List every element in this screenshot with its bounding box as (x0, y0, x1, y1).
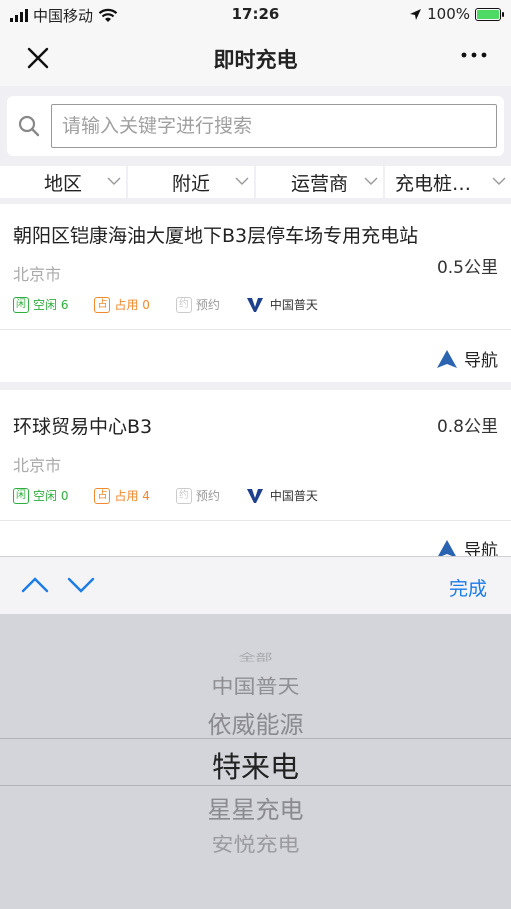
free-count: 闲空闲 0 (13, 487, 68, 504)
more-button[interactable] (459, 40, 489, 77)
free-count: 闲空闲 6 (13, 296, 68, 313)
chevron-down-icon (107, 177, 121, 185)
filter-operator[interactable]: 运营商 (256, 166, 383, 198)
filter-label: 附近 (171, 172, 210, 195)
chevron-down-icon[interactable] (66, 573, 96, 597)
potevio-logo-icon (246, 297, 263, 312)
station-city: 北京市 (13, 265, 62, 284)
battery-icon (475, 7, 504, 21)
station-name: 环球贸易中心B3 (13, 416, 153, 438)
done-button[interactable]: 完成 (449, 574, 487, 601)
chevron-down-icon (235, 177, 249, 185)
picker-option[interactable]: 安悦充电 (0, 829, 511, 857)
operator-brand: 中国普天 (246, 296, 318, 313)
chevron-down-icon (492, 177, 506, 185)
station-card[interactable]: 环球贸易中心B3 北京市 0.8公里 闲空闲 0 占占用 4 约预约 中国普天 … (0, 390, 511, 556)
potevio-logo-icon (246, 488, 263, 503)
navigation-arrow-icon (437, 539, 457, 556)
operator-brand: 中国普天 (246, 487, 318, 504)
picker-option[interactable]: 星星充电 (0, 790, 511, 825)
station-distance: 0.5公里 (436, 258, 498, 278)
location-arrow-icon (410, 8, 422, 20)
filter-region[interactable]: 地区 (0, 166, 126, 198)
search-icon (18, 115, 40, 137)
busy-count: 占占用 4 (94, 487, 150, 504)
filter-label: 充电桩… (395, 172, 472, 195)
picker-toolbar: 完成 (0, 556, 511, 614)
operator-picker[interactable]: 全部 中国普天 依威能源 特来电 星星充电 安悦充电 (0, 614, 511, 909)
free-icon: 闲 (13, 296, 29, 313)
picker-selected-option[interactable]: 特来电 (0, 744, 511, 786)
filter-charger[interactable]: 充电桩… (385, 166, 511, 198)
reserve-tag: 约预约 (175, 296, 220, 313)
reserve-tag: 约预约 (175, 487, 220, 504)
busy-icon: 占 (94, 487, 111, 504)
more-icon (461, 52, 487, 58)
picker-option[interactable]: 依威能源 (0, 705, 511, 740)
page-title: 即时充电 (213, 48, 298, 72)
navigate-button[interactable]: 导航 (436, 346, 498, 371)
search-input[interactable] (51, 104, 497, 148)
free-icon: 闲 (13, 487, 29, 504)
reserve-icon: 约 (175, 487, 192, 504)
picker-option[interactable]: 中国普天 (0, 671, 511, 699)
chevron-down-icon (364, 177, 378, 185)
navigation-arrow-icon (437, 349, 457, 368)
filter-nearby[interactable]: 附近 (128, 166, 254, 198)
station-name: 朝阳区铠康海油大厦地下B3层停车场专用充电站 (13, 225, 419, 247)
filter-bar: 地区 附近 运营商 充电桩… (0, 166, 511, 200)
station-card[interactable]: 朝阳区铠康海油大厦地下B3层停车场专用充电站 北京市 0.5公里 闲空闲 6 占… (0, 204, 511, 382)
busy-count: 占占用 0 (94, 296, 150, 313)
filter-label: 地区 (43, 172, 82, 195)
station-distance: 0.8公里 (436, 417, 498, 437)
battery-percent: 100% (427, 5, 470, 23)
navigate-button[interactable]: 导航 (436, 536, 498, 556)
reserve-icon: 约 (175, 296, 192, 313)
station-city: 北京市 (13, 456, 62, 475)
status-bar: 中国移动 17:26 100% (0, 0, 511, 30)
filter-label: 运营商 (290, 172, 348, 195)
picker-selection-line (0, 785, 511, 786)
busy-icon: 占 (94, 296, 111, 313)
nav-bar: 即时充电 (0, 30, 511, 86)
divider (0, 520, 511, 521)
picker-selection-line (0, 738, 511, 739)
picker-option[interactable]: 全部 (0, 649, 511, 664)
divider (0, 329, 511, 330)
search-bar (7, 96, 504, 156)
chevron-up-icon[interactable] (20, 573, 50, 597)
